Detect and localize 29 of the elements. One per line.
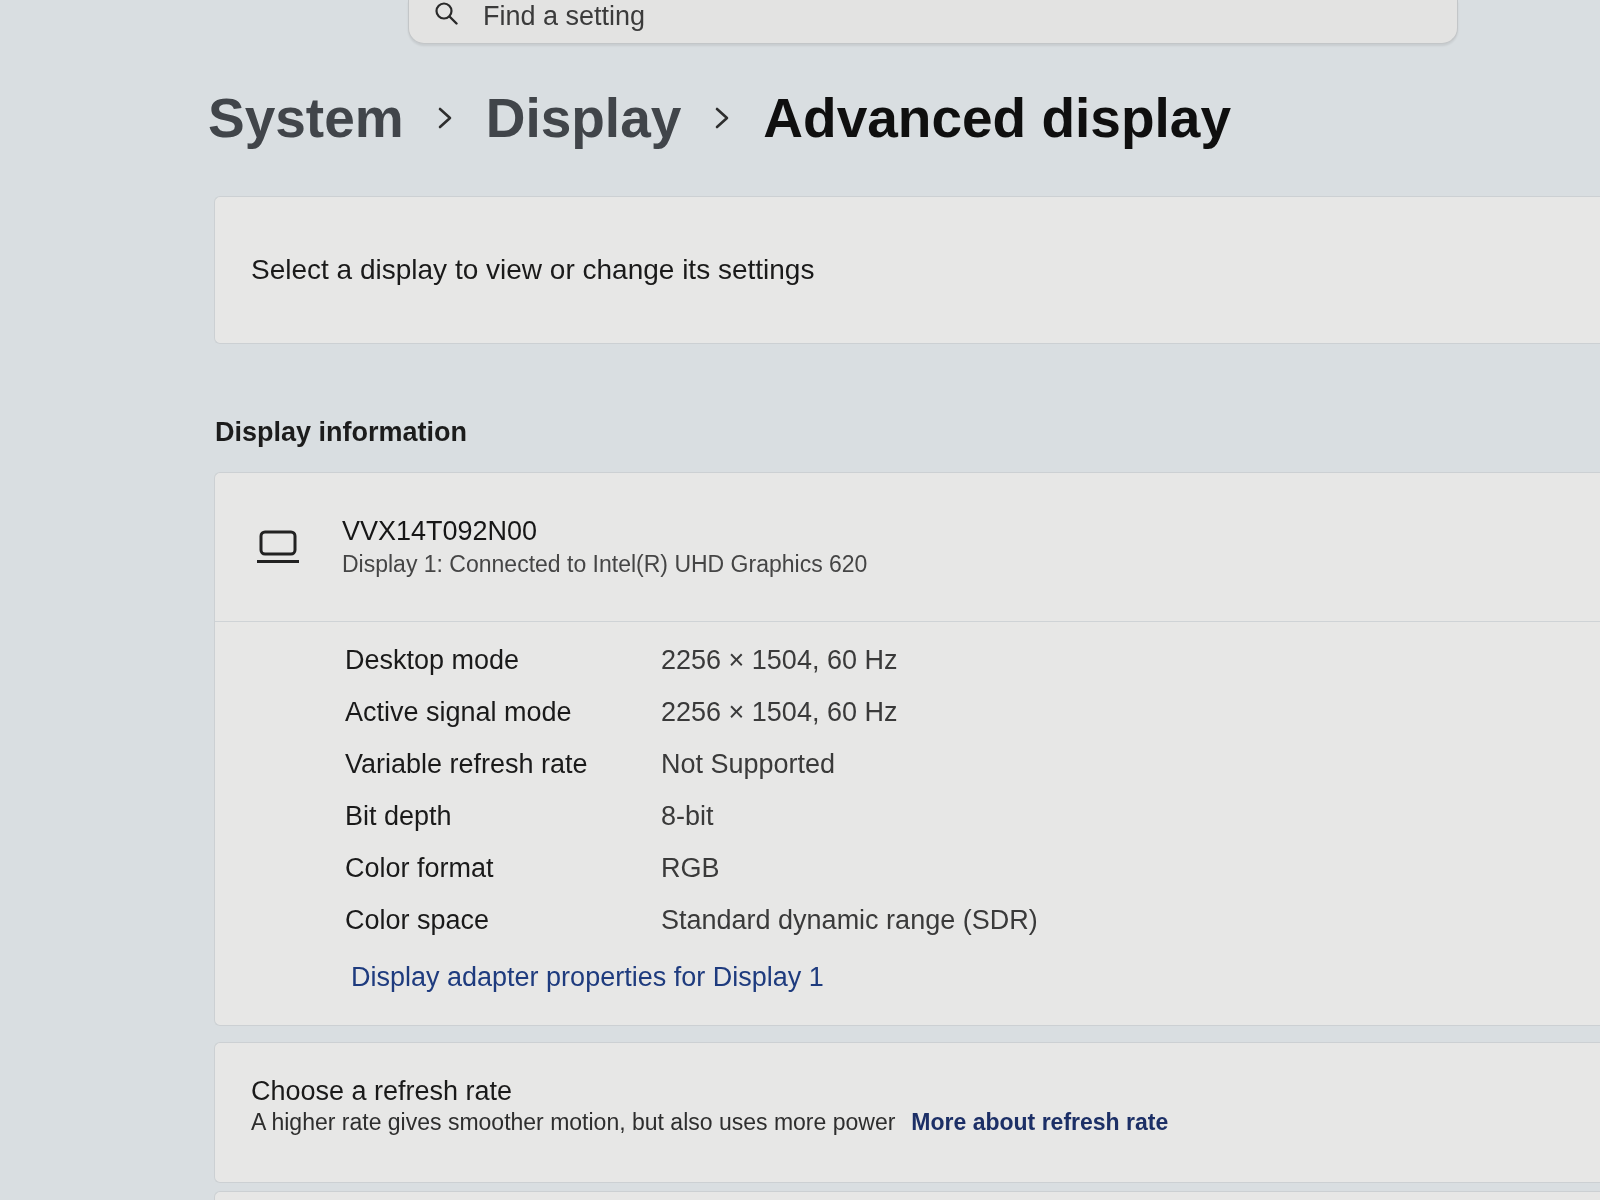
property-value: 2256 × 1504, 60 Hz [661, 644, 898, 676]
display-name: VVX14T092N00 [342, 515, 538, 548]
property-value: Not Supported [661, 748, 836, 780]
setting-title: Choose a refresh rate [251, 1075, 513, 1107]
breadcrumb-item[interactable]: Advanced display [763, 84, 1231, 152]
chevron-icon [437, 107, 452, 129]
property-label: Desktop mode [345, 644, 520, 676]
property-value: Standard dynamic range (SDR) [661, 904, 1038, 936]
search-field[interactable]: Find a setting [408, 0, 1458, 44]
chevron-icon [715, 107, 730, 129]
property-label: Color space [345, 904, 490, 936]
instruction-text: Select a display to view or change its settings [251, 254, 815, 286]
property-value: 8-bit [661, 800, 714, 832]
display-description: Display 1: Connected to Intel(R) UHD Graphics 620 [342, 550, 868, 579]
adapter-properties-link[interactable]: Display adapter properties for Display 1 [351, 959, 824, 995]
display-select-panel[interactable]: Select a display to view or change its settings [214, 196, 1600, 344]
section-heading: Display information [215, 416, 468, 449]
laptop-icon [257, 530, 299, 564]
setting-description: A higher rate gives smoother motion, but also uses more power [251, 1108, 896, 1137]
property-label: Active signal mode [345, 696, 572, 728]
property-label: Variable refresh rate [345, 748, 588, 780]
search-icon [434, 1, 458, 25]
breadcrumb-item[interactable]: System [208, 84, 404, 152]
property-label: Color format [345, 852, 494, 884]
refresh-rate-link[interactable]: More about refresh rate [911, 1107, 1169, 1137]
property-value: RGB [661, 852, 720, 884]
property-value: 2256 × 1504, 60 Hz [661, 696, 898, 728]
property-label: Bit depth [345, 800, 452, 832]
breadcrumb-item[interactable]: Display [485, 84, 682, 152]
